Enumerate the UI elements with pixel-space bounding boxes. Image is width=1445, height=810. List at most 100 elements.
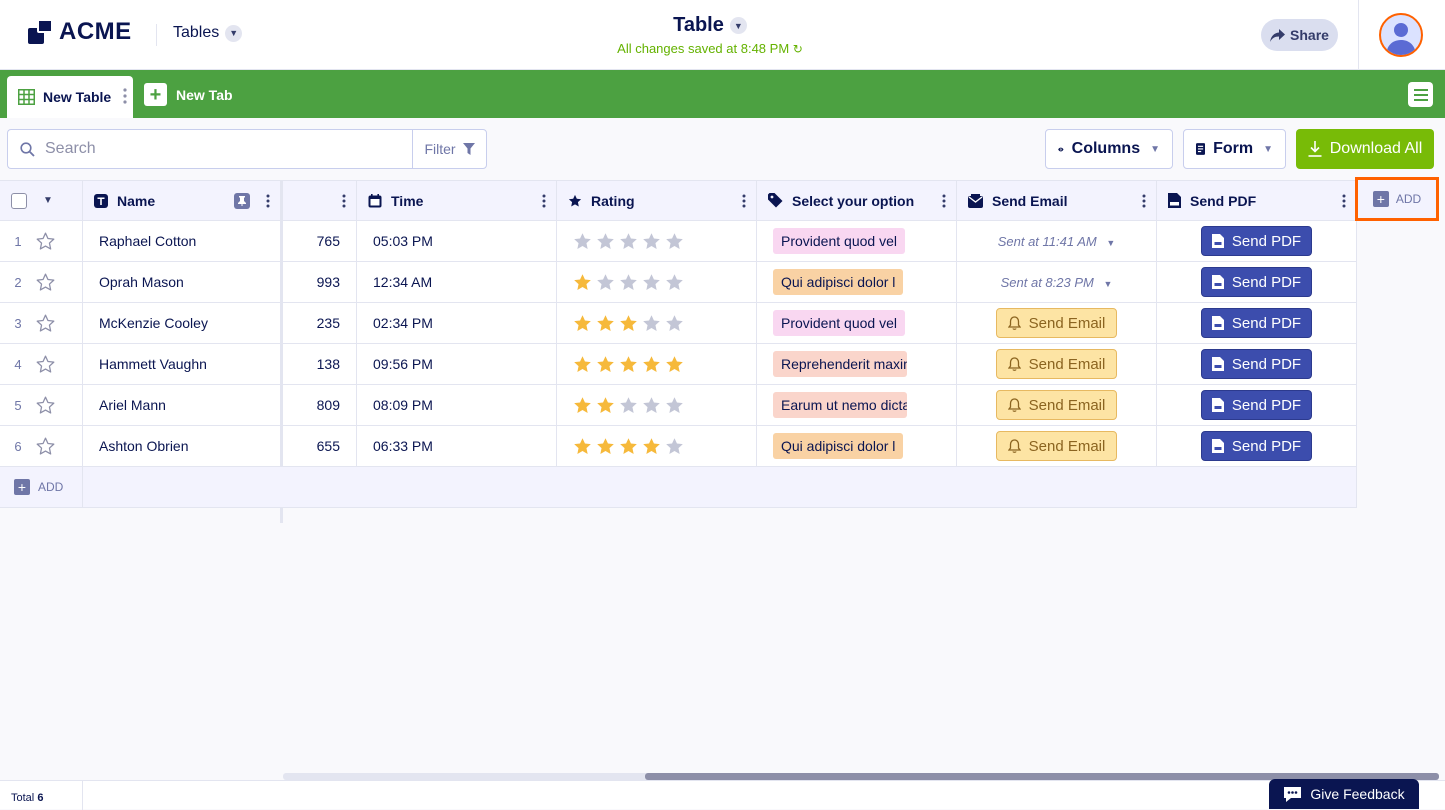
- kebab-icon[interactable]: [1142, 194, 1146, 208]
- cell-number[interactable]: 765: [283, 221, 357, 262]
- cell-time[interactable]: 06:33 PM: [357, 426, 557, 467]
- table-row-select[interactable]: 3: [0, 303, 83, 344]
- cell-time[interactable]: 08:09 PM: [357, 385, 557, 426]
- rating-star-icon[interactable]: [619, 314, 638, 333]
- rating-star-icon[interactable]: [665, 355, 684, 374]
- cell-number[interactable]: 138: [283, 344, 357, 385]
- rating-star-icon[interactable]: [642, 232, 661, 251]
- cell-select-option[interactable]: Qui adipisci dolor l: [757, 262, 957, 303]
- rating-star-icon[interactable]: [665, 273, 684, 292]
- cell-number[interactable]: 809: [283, 385, 357, 426]
- table-row-select[interactable]: 2: [0, 262, 83, 303]
- send-pdf-button[interactable]: Send PDF: [1201, 267, 1312, 297]
- header-select-option[interactable]: Select your option: [757, 180, 957, 221]
- cell-time[interactable]: 05:03 PM: [357, 221, 557, 262]
- kebab-icon[interactable]: [1342, 194, 1346, 208]
- kebab-icon[interactable]: [266, 194, 270, 208]
- rating-star-icon[interactable]: [665, 396, 684, 415]
- cell-name[interactable]: Hammett Vaughn: [83, 344, 283, 385]
- add-row-button[interactable]: + ADD: [0, 467, 83, 508]
- cell-select-option[interactable]: Qui adipisci dolor l: [757, 426, 957, 467]
- rating-star-icon[interactable]: [573, 232, 592, 251]
- cell-number[interactable]: 235: [283, 303, 357, 344]
- cell-number[interactable]: 655: [283, 426, 357, 467]
- give-feedback-button[interactable]: Give Feedback: [1269, 779, 1419, 809]
- rating-star-icon[interactable]: [573, 437, 592, 456]
- rating-star-icon[interactable]: [642, 437, 661, 456]
- email-sent-status[interactable]: Sent at 11:41 AM ▼: [957, 234, 1156, 249]
- chevron-down-icon[interactable]: ▼: [43, 195, 53, 206]
- send-pdf-button[interactable]: Send PDF: [1201, 390, 1312, 420]
- new-tab-button[interactable]: + New Tab: [144, 83, 233, 106]
- cell-select-option[interactable]: Provident quod vel: [757, 221, 957, 262]
- send-pdf-button[interactable]: Send PDF: [1201, 349, 1312, 379]
- tables-menu[interactable]: Tables ▼: [173, 24, 243, 42]
- header-send-pdf[interactable]: Send PDF: [1157, 180, 1357, 221]
- rating-star-icon[interactable]: [665, 314, 684, 333]
- cell-rating[interactable]: [557, 303, 757, 344]
- cell-time[interactable]: 02:34 PM: [357, 303, 557, 344]
- share-button[interactable]: Share: [1261, 19, 1338, 51]
- star-icon[interactable]: [36, 396, 55, 415]
- cell-rating[interactable]: [557, 426, 757, 467]
- form-button[interactable]: Form ▼: [1183, 129, 1286, 169]
- rating-star-icon[interactable]: [665, 437, 684, 456]
- cell-select-option[interactable]: Earum ut nemo dicta: [757, 385, 957, 426]
- send-email-button[interactable]: Send Email: [996, 390, 1117, 420]
- rating-star-icon[interactable]: [596, 396, 615, 415]
- cell-name[interactable]: Oprah Mason: [83, 262, 283, 303]
- rating-star-icon[interactable]: [642, 273, 661, 292]
- table-row-select[interactable]: 4: [0, 344, 83, 385]
- cell-name[interactable]: McKenzie Cooley: [83, 303, 283, 344]
- cell-time[interactable]: 12:34 AM: [357, 262, 557, 303]
- email-sent-status[interactable]: Sent at 8:23 PM ▼: [957, 275, 1156, 290]
- search-input[interactable]: [45, 140, 385, 158]
- kebab-icon[interactable]: [942, 194, 946, 208]
- cell-time[interactable]: 09:56 PM: [357, 344, 557, 385]
- star-icon[interactable]: [36, 232, 55, 251]
- send-pdf-button[interactable]: Send PDF: [1201, 226, 1312, 256]
- header-number[interactable]: [283, 180, 357, 221]
- download-all-button[interactable]: Download All: [1296, 129, 1434, 169]
- table-row-select[interactable]: 6: [0, 426, 83, 467]
- header-send-email[interactable]: Send Email: [957, 180, 1157, 221]
- send-email-button[interactable]: Send Email: [996, 431, 1117, 461]
- star-icon[interactable]: [36, 355, 55, 374]
- header-time[interactable]: Time: [357, 180, 557, 221]
- rating-star-icon[interactable]: [642, 314, 661, 333]
- rating-star-icon[interactable]: [596, 355, 615, 374]
- cell-name[interactable]: Raphael Cotton: [83, 221, 283, 262]
- menu-icon[interactable]: [1408, 82, 1433, 107]
- cell-select-option[interactable]: Reprehenderit maxime: [757, 344, 957, 385]
- cell-rating[interactable]: [557, 262, 757, 303]
- star-icon[interactable]: [36, 437, 55, 456]
- kebab-icon[interactable]: [123, 88, 127, 104]
- cell-rating[interactable]: [557, 221, 757, 262]
- columns-button[interactable]: Columns ▼: [1045, 129, 1173, 169]
- tab-new-table[interactable]: New Table: [7, 76, 133, 118]
- rating-star-icon[interactable]: [596, 314, 615, 333]
- kebab-icon[interactable]: [742, 194, 746, 208]
- rating-star-icon[interactable]: [619, 273, 638, 292]
- kebab-icon[interactable]: [542, 194, 546, 208]
- send-email-button[interactable]: Send Email: [996, 308, 1117, 338]
- avatar[interactable]: [1379, 13, 1423, 57]
- send-pdf-button[interactable]: Send PDF: [1201, 431, 1312, 461]
- rating-star-icon[interactable]: [619, 437, 638, 456]
- cell-name[interactable]: Ashton Obrien: [83, 426, 283, 467]
- rating-star-icon[interactable]: [619, 232, 638, 251]
- select-all-checkbox[interactable]: [11, 192, 27, 209]
- chevron-down-icon[interactable]: ▼: [729, 17, 747, 34]
- star-icon[interactable]: [36, 273, 55, 292]
- rating-star-icon[interactable]: [596, 437, 615, 456]
- kebab-icon[interactable]: [342, 194, 346, 208]
- cell-number[interactable]: 993: [283, 262, 357, 303]
- filter-button[interactable]: Filter: [412, 129, 487, 169]
- table-row-select[interactable]: 1: [0, 221, 83, 262]
- rating-star-icon[interactable]: [665, 232, 684, 251]
- rating-star-icon[interactable]: [573, 355, 592, 374]
- page-title[interactable]: Table: [673, 14, 724, 37]
- header-name[interactable]: Name: [83, 180, 283, 221]
- cell-name[interactable]: Ariel Mann: [83, 385, 283, 426]
- rating-star-icon[interactable]: [573, 314, 592, 333]
